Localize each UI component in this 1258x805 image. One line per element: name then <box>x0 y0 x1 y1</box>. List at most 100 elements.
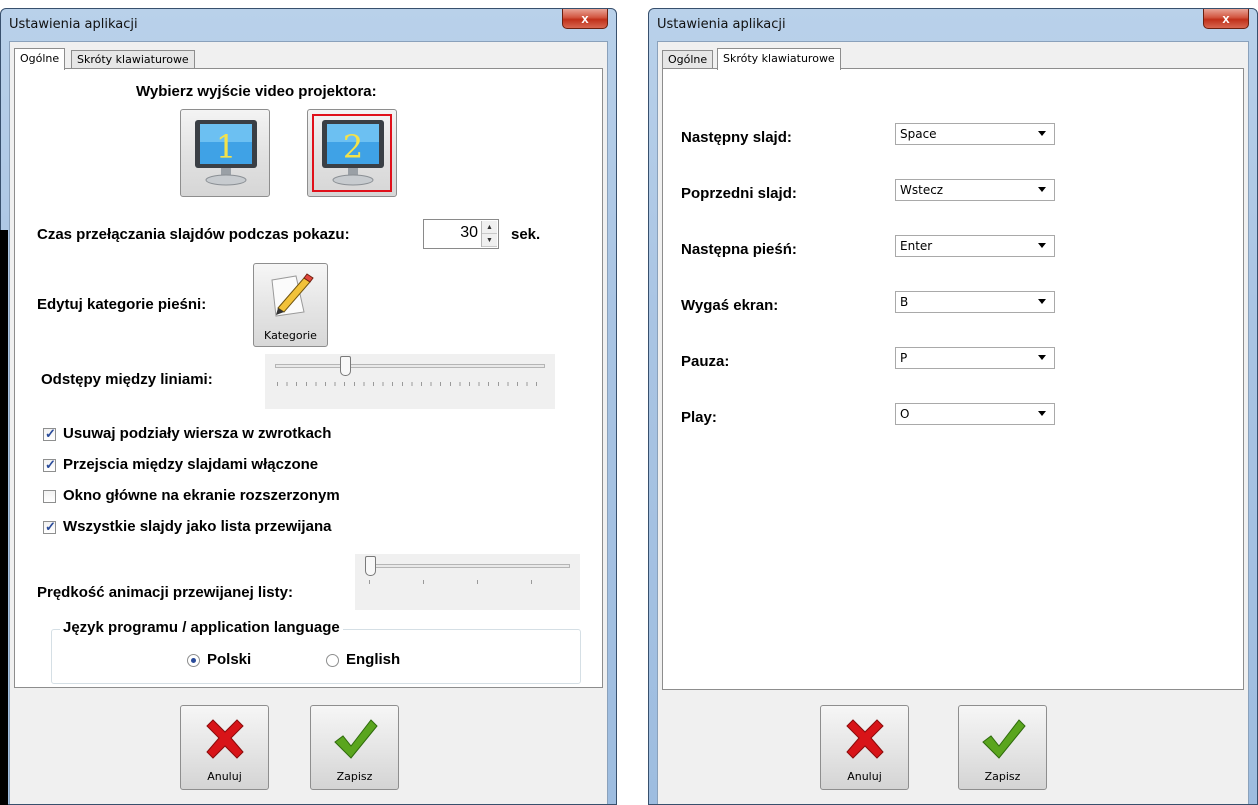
check-icon: ✓ <box>45 457 56 472</box>
slider-track <box>275 364 545 368</box>
spin-down-icon[interactable]: ▼ <box>482 234 497 247</box>
cancel-button[interactable]: Anuluj <box>820 705 909 790</box>
checkbox-scroll-list[interactable]: ✓ <box>43 519 56 534</box>
button-footer: Anuluj Zapisz <box>662 692 1244 804</box>
projector-output-2-button[interactable]: 2 <box>307 109 397 197</box>
monitor-1-number: 1 <box>216 128 236 166</box>
shortcut-label-blank-screen: Wygaś ekran: <box>681 297 779 314</box>
save-button-label: Zapisz <box>984 770 1021 783</box>
language-legend: Język programu / application language <box>60 619 343 636</box>
tab-shortcuts[interactable]: Skróty klawiaturowe <box>717 48 841 70</box>
monitor-2-number: 2 <box>343 128 363 166</box>
radio-polski[interactable] <box>187 654 200 667</box>
button-footer: Anuluj Zapisz <box>14 692 603 804</box>
categories-button-label: Kategorie <box>264 329 317 342</box>
tab-general[interactable]: Ogólne <box>14 48 66 70</box>
red-x-icon <box>206 719 244 759</box>
save-button-label: Zapisz <box>336 770 373 783</box>
slider-thumb[interactable] <box>340 356 351 376</box>
window-title: Ustawienia aplikacji <box>9 17 138 32</box>
window-client: Ogólne Skróty klawiaturowe Wybierz wyjśc… <box>9 41 608 804</box>
selected-value: B <box>900 295 909 309</box>
projector-heading: Wybierz wyjście video projektora: <box>136 83 377 100</box>
shortcut-select-next-song[interactable]: Enter <box>895 235 1055 257</box>
tab-shortcuts[interactable]: Skróty klawiaturowe <box>71 50 195 69</box>
shortcut-select-play[interactable]: O <box>895 403 1055 425</box>
cancel-button[interactable]: Anuluj <box>180 705 269 790</box>
cancel-button-label: Anuluj <box>847 770 882 783</box>
selected-value: P <box>900 351 908 365</box>
selected-value: Enter <box>900 239 933 253</box>
categories-label: Edytuj kategorie pieśni: <box>37 296 207 313</box>
selected-value: Wstecz <box>900 183 944 197</box>
remove-line-breaks-label[interactable]: Usuwaj podziały wiersza w zwrotkach <box>63 425 331 442</box>
line-spacing-label: Odstępy między liniami: <box>41 371 213 388</box>
green-check-icon <box>334 719 378 759</box>
radio-english[interactable] <box>326 654 339 667</box>
scroll-list-label[interactable]: Wszystkie slajdy jako lista przewijana <box>63 518 331 535</box>
chevron-down-icon <box>1038 355 1046 360</box>
window-client: Ogólne Skróty klawiaturowe Następny slaj… <box>657 41 1249 804</box>
line-spacing-slider[interactable] <box>265 354 555 409</box>
slider-ticks <box>277 382 543 386</box>
slide-time-value[interactable]: 30 <box>460 224 478 242</box>
save-button[interactable]: Zapisz <box>310 705 399 790</box>
close-button[interactable]: x <box>562 9 608 29</box>
monitor-2-icon: 2 <box>322 120 384 186</box>
window-title: Ustawienia aplikacji <box>657 17 786 32</box>
english-label[interactable]: English <box>346 651 400 668</box>
polski-label[interactable]: Polski <box>207 651 251 668</box>
slider-track <box>365 564 570 568</box>
shortcut-label-next-song: Następna pieśń: <box>681 241 797 258</box>
radio-dot <box>191 658 196 663</box>
selected-value: Space <box>900 127 937 141</box>
save-button[interactable]: Zapisz <box>958 705 1047 790</box>
check-icon: ✓ <box>45 426 56 441</box>
slide-time-spinner[interactable]: 30 ▲ ▼ <box>423 219 499 249</box>
shortcut-label-pause: Pauza: <box>681 353 730 370</box>
red-x-icon <box>846 719 884 759</box>
checkbox-main-window-extended[interactable] <box>43 490 56 503</box>
tab-general[interactable]: Ogólne <box>662 50 714 69</box>
shortcuts-panel: Następny slajd: Space Poprzedni slajd: W… <box>662 68 1244 690</box>
slider-ticks <box>369 580 566 584</box>
slide-time-unit: sek. <box>511 226 541 243</box>
shortcut-select-next-slide[interactable]: Space <box>895 123 1055 145</box>
language-group: Język programu / application language Po… <box>51 619 581 684</box>
spinner-arrows[interactable]: ▲ ▼ <box>481 221 497 247</box>
slider-thumb[interactable] <box>365 556 376 576</box>
shortcut-select-prev-slide[interactable]: Wstecz <box>895 179 1055 201</box>
settings-window-general: Ustawienia aplikacji x Ogólne Skróty kla… <box>0 8 617 805</box>
animation-speed-slider[interactable] <box>355 554 580 610</box>
shortcut-label-next-slide: Następny slajd: <box>681 129 792 146</box>
chevron-down-icon <box>1038 299 1046 304</box>
check-icon: ✓ <box>45 519 56 534</box>
slide-transitions-label[interactable]: Przejscia między slajdami włączone <box>63 456 318 473</box>
shortcut-label-prev-slide: Poprzedni slajd: <box>681 185 797 202</box>
general-panel: Wybierz wyjście video projektora: 1 2 Cz… <box>14 68 603 688</box>
chevron-down-icon <box>1038 131 1046 136</box>
settings-window-shortcuts: Ustawienia aplikacji x Ogólne Skróty kla… <box>648 8 1258 805</box>
title-bar[interactable]: Ustawienia aplikacji x <box>649 9 1257 41</box>
shortcut-select-pause[interactable]: P <box>895 347 1055 369</box>
cancel-button-label: Anuluj <box>207 770 242 783</box>
checkbox-slide-transitions[interactable]: ✓ <box>43 457 56 472</box>
background-strip <box>0 230 8 805</box>
title-bar[interactable]: Ustawienia aplikacji x <box>1 9 616 41</box>
chevron-down-icon <box>1038 411 1046 416</box>
categories-button[interactable]: Kategorie <box>253 263 328 347</box>
shortcut-label-play: Play: <box>681 409 717 426</box>
main-window-extended-label[interactable]: Okno główne na ekranie rozszerzonym <box>63 487 340 504</box>
green-check-icon <box>982 719 1026 759</box>
shortcut-select-blank-screen[interactable]: B <box>895 291 1055 313</box>
selected-value: O <box>900 407 910 421</box>
checkbox-remove-line-breaks[interactable]: ✓ <box>43 426 56 441</box>
projector-output-1-button[interactable]: 1 <box>180 109 270 197</box>
chevron-down-icon <box>1038 187 1046 192</box>
chevron-down-icon <box>1038 243 1046 248</box>
spin-up-icon[interactable]: ▲ <box>482 221 497 234</box>
slide-time-label: Czas przełączania slajdów podczas pokazu… <box>37 226 350 243</box>
close-button[interactable]: x <box>1203 9 1249 29</box>
pencil-paper-icon <box>271 273 314 317</box>
animation-speed-label: Prędkość animacji przewijanej listy: <box>37 584 293 601</box>
